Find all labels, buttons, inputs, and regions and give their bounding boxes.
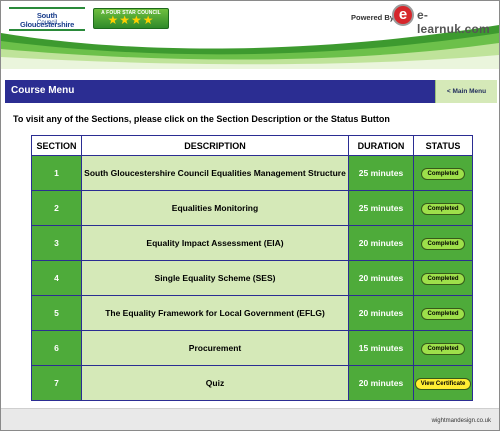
completed-status-button[interactable]: Completed	[421, 167, 465, 180]
logo-sub: Council	[36, 20, 57, 26]
section-duration: 20 minutes	[348, 365, 414, 401]
table-row: 4 Single Equality Scheme (SES) 20 minute…	[31, 260, 473, 296]
section-duration: 20 minutes	[348, 225, 414, 261]
four-star-council-badge: A FOUR STAR COUNCIL ★★★★	[93, 8, 169, 29]
south-glos-council-logo[interactable]: South Gloucestershire Council	[9, 7, 85, 31]
logo-stripe-bottom	[9, 29, 85, 31]
table-header-row: SECTION DESCRIPTION DURATION STATUS	[31, 135, 473, 156]
section-number: 1	[31, 155, 82, 191]
section-number: 6	[31, 330, 82, 366]
section-description-link[interactable]: Single Equality Scheme (SES)	[81, 260, 349, 296]
section-duration: 15 minutes	[348, 330, 414, 366]
page-title: Course Menu	[11, 85, 75, 96]
completed-status-button[interactable]: Completed	[421, 272, 465, 285]
section-description-link[interactable]: The Equality Framework for Local Governm…	[81, 295, 349, 331]
status-cell: View Certificate	[413, 365, 473, 401]
table-row: 1 South Gloucestershire Council Equaliti…	[31, 155, 473, 191]
e-learnuk-logo-icon[interactable]: e	[392, 4, 414, 26]
star-icons: ★★★★	[107, 13, 155, 27]
course-sections-table: SECTION DESCRIPTION DURATION STATUS 1 So…	[31, 135, 473, 401]
footer: wightmandesign.co.uk	[1, 408, 499, 430]
section-duration: 25 minutes	[348, 155, 414, 191]
status-cell: Completed	[413, 155, 473, 191]
status-cell: Completed	[413, 225, 473, 261]
view-certificate-button[interactable]: View Certificate	[414, 377, 472, 390]
powered-by-label: Powered By	[351, 13, 394, 22]
completed-status-button[interactable]: Completed	[421, 342, 465, 355]
section-description-link[interactable]: Procurement	[81, 330, 349, 366]
e-learnuk-wordmark[interactable]: e-learnuk.com	[417, 8, 499, 36]
course-menu-titlebar: Course Menu	[5, 80, 435, 103]
table-row: 7 Quiz 20 minutes View Certificate	[31, 365, 473, 401]
status-cell: Completed	[413, 260, 473, 296]
table-row: 6 Procurement 15 minutes Completed	[31, 330, 473, 366]
header-status: STATUS	[413, 135, 473, 156]
section-description-link[interactable]: Equality Impact Assessment (EIA)	[81, 225, 349, 261]
section-description-link[interactable]: Equalities Monitoring	[81, 190, 349, 226]
section-duration: 20 minutes	[348, 295, 414, 331]
header: South Gloucestershire Council A FOUR STA…	[1, 1, 499, 69]
completed-status-button[interactable]: Completed	[421, 307, 465, 320]
table-row: 5 The Equality Framework for Local Gover…	[31, 295, 473, 331]
app-frame: South Gloucestershire Council A FOUR STA…	[0, 0, 500, 431]
logo-stripe-top	[9, 7, 85, 9]
instruction-text: To visit any of the Sections, please cli…	[13, 114, 390, 124]
completed-status-button[interactable]: Completed	[421, 237, 465, 250]
status-cell: Completed	[413, 190, 473, 226]
status-cell: Completed	[413, 295, 473, 331]
footer-credit-link[interactable]: wightmandesign.co.uk	[432, 418, 491, 424]
header-section: SECTION	[31, 135, 82, 156]
section-number: 4	[31, 260, 82, 296]
section-duration: 25 minutes	[348, 190, 414, 226]
section-duration: 20 minutes	[348, 260, 414, 296]
header-duration: DURATION	[348, 135, 414, 156]
e-logo-letter: e	[398, 6, 408, 23]
status-cell: Completed	[413, 330, 473, 366]
section-description-link[interactable]: Quiz	[81, 365, 349, 401]
section-number: 2	[31, 190, 82, 226]
section-number: 5	[31, 295, 82, 331]
table-row: 2 Equalities Monitoring 25 minutes Compl…	[31, 190, 473, 226]
completed-status-button[interactable]: Completed	[421, 202, 465, 215]
main-menu-button[interactable]: < Main Menu	[435, 80, 497, 103]
table-row: 3 Equality Impact Assessment (EIA) 20 mi…	[31, 225, 473, 261]
section-description-link[interactable]: South Gloucestershire Council Equalities…	[81, 155, 349, 191]
header-description: DESCRIPTION	[81, 135, 349, 156]
section-number: 7	[31, 365, 82, 401]
section-number: 3	[31, 225, 82, 261]
